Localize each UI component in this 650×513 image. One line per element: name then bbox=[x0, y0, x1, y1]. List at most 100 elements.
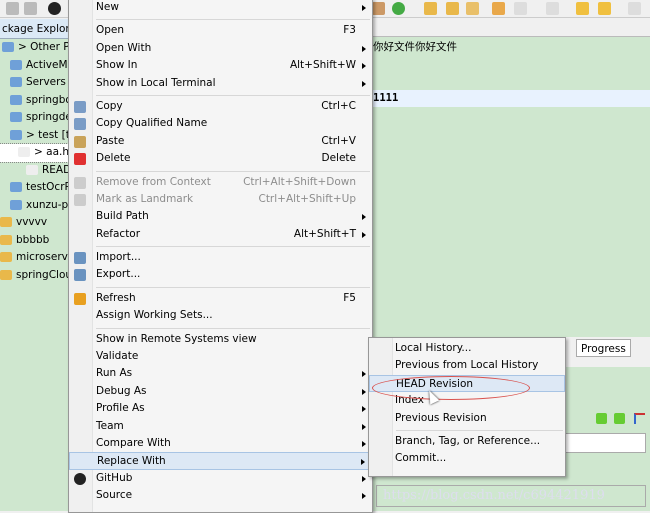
tree-item[interactable]: springdem bbox=[0, 109, 70, 127]
menu-item-shortcut: F5 bbox=[343, 291, 356, 304]
pen-icon[interactable] bbox=[466, 2, 479, 15]
menu-item-new[interactable]: New bbox=[69, 0, 372, 16]
tree-item[interactable]: springboc bbox=[0, 92, 70, 110]
add-icon[interactable] bbox=[596, 413, 607, 424]
menu-item-refactor[interactable]: Refactor Alt+Shift+T bbox=[69, 226, 372, 243]
tree-item[interactable]: > Other Proje bbox=[0, 39, 70, 57]
next-annotation-icon[interactable] bbox=[514, 2, 527, 15]
menu-item-validate[interactable]: Validate bbox=[69, 348, 372, 365]
refresh-icon bbox=[74, 292, 86, 305]
menu-item-previous-from-local-history[interactable]: Previous from Local History bbox=[369, 357, 565, 374]
menu-item-shortcut: Delete bbox=[321, 152, 357, 165]
menu-item-remove-from-context[interactable]: Remove from Context Ctrl+Alt+Shift+Down bbox=[69, 174, 372, 191]
folder-icon bbox=[10, 112, 22, 122]
menu-item-team[interactable]: Team bbox=[69, 418, 372, 435]
copy-qualified-icon bbox=[74, 118, 86, 131]
menu-item-shortcut: Alt+Shift+T bbox=[293, 227, 356, 240]
menu-item-label: Source bbox=[96, 489, 133, 502]
tree-item[interactable]: bbbbb bbox=[0, 232, 70, 250]
tree-item[interactable]: READM bbox=[0, 162, 70, 180]
menu-item-copy[interactable]: Copy Ctrl+C bbox=[69, 98, 372, 115]
last-edit-icon[interactable] bbox=[576, 2, 589, 15]
menu-item-label: Replace With bbox=[97, 455, 166, 468]
tree-item[interactable]: testOcrPro bbox=[0, 179, 70, 197]
submenu-arrow-icon bbox=[362, 475, 366, 482]
tree-item-label: springClound bbox=[16, 268, 70, 281]
menu-item-delete[interactable]: Delete Delete bbox=[69, 150, 372, 167]
menu-item-replace-with[interactable]: Replace With bbox=[69, 452, 372, 470]
save-all-icon[interactable] bbox=[24, 2, 37, 15]
tab-progress[interactable]: Progress bbox=[576, 339, 631, 357]
menu-item-export[interactable]: Export... bbox=[69, 266, 372, 283]
menu-item-profile-as[interactable]: Profile As bbox=[69, 400, 372, 417]
submenu-arrow-icon bbox=[362, 423, 366, 430]
back-icon[interactable] bbox=[598, 2, 611, 15]
export-icon bbox=[74, 269, 86, 282]
import-icon bbox=[74, 252, 86, 265]
open-folder-icon[interactable] bbox=[424, 2, 437, 15]
menu-item-show-in-local-terminal[interactable]: Show in Local Terminal bbox=[69, 75, 372, 92]
open-folder-icon[interactable] bbox=[446, 2, 459, 15]
submenu-arrow-icon bbox=[362, 5, 366, 11]
menu-item-show-in[interactable]: Show In Alt+Shift+W bbox=[69, 57, 372, 74]
menu-item-source[interactable]: Source bbox=[69, 487, 372, 504]
tree-item-label: testOcrPro bbox=[26, 181, 70, 193]
submenu-arrow-icon bbox=[362, 371, 366, 378]
menu-item-paste[interactable]: Paste Ctrl+V bbox=[69, 133, 372, 150]
run-icon[interactable] bbox=[392, 2, 405, 15]
menu-item-build-path[interactable]: Build Path bbox=[69, 208, 372, 225]
file-icon bbox=[18, 147, 30, 157]
menu-item-shortcut: Ctrl+V bbox=[321, 134, 356, 147]
menu-item-shortcut: Ctrl+Alt+Shift+Down bbox=[243, 175, 356, 188]
menu-item-run-as[interactable]: Run As bbox=[69, 365, 372, 382]
menu-item-open[interactable]: Open F3 bbox=[69, 22, 372, 39]
landmark-icon bbox=[74, 193, 86, 206]
menu-item-commit[interactable]: Commit... bbox=[369, 450, 565, 467]
menu-item-previous-revision[interactable]: Previous Revision bbox=[369, 410, 565, 427]
tool-icon[interactable] bbox=[372, 2, 385, 15]
menu-item-show-in-remote-systems-view[interactable]: Show in Remote Systems view bbox=[69, 331, 372, 348]
menu-item-mark-as-landmark[interactable]: Mark as Landmark Ctrl+Alt+Shift+Up bbox=[69, 191, 372, 208]
forward-icon[interactable] bbox=[628, 2, 641, 15]
menu-item-refresh[interactable]: Refresh F5 bbox=[69, 290, 372, 307]
tree-item[interactable]: > test [tes bbox=[0, 127, 70, 145]
menu-item-assign-working-sets[interactable]: Assign Working Sets... bbox=[69, 307, 372, 324]
menu-item-label: Compare With bbox=[96, 436, 171, 449]
tree-item-label: springdem bbox=[26, 111, 70, 123]
search-folder-icon[interactable] bbox=[492, 2, 505, 15]
tree-item[interactable]: > aa.ht bbox=[0, 143, 71, 163]
menu-item-compare-with[interactable]: Compare With bbox=[69, 435, 372, 452]
package-explorer-tab[interactable]: ckage Explorer bbox=[0, 19, 70, 39]
combo-box[interactable] bbox=[562, 433, 646, 453]
prev-annotation-icon[interactable] bbox=[546, 2, 559, 15]
submenu-arrow-icon bbox=[362, 406, 366, 413]
menu-item-debug-as[interactable]: Debug As bbox=[69, 383, 372, 400]
delete-icon bbox=[74, 153, 86, 166]
save-icon[interactable] bbox=[6, 2, 19, 15]
tree-item[interactable]: ActiveMqA bbox=[0, 57, 70, 75]
menu-item-branch-tag-or-reference[interactable]: Branch, Tag, or Reference... bbox=[369, 433, 565, 450]
add-all-icon[interactable] bbox=[614, 413, 625, 424]
git-folder-icon bbox=[10, 129, 22, 140]
tree-item[interactable]: vvvvv bbox=[0, 214, 70, 232]
menu-item-copy-qualified-name[interactable]: Copy Qualified Name bbox=[69, 115, 372, 132]
editor[interactable]: 你好文件你好文件 1111 bbox=[372, 19, 650, 337]
editor-line: 你好文件你好文件 bbox=[373, 41, 457, 53]
folder-icon bbox=[0, 217, 12, 227]
github-icon[interactable] bbox=[48, 2, 61, 15]
package-explorer: ckage Explorer > Other Proje ActiveMqA Ser… bbox=[0, 19, 71, 511]
tree-item[interactable]: springClound bbox=[0, 267, 70, 285]
menu-item-local-history[interactable]: Local History... bbox=[369, 340, 565, 357]
watermark-text: https://blog.csdn.net/c694421919 bbox=[376, 485, 646, 507]
menu-item-open-with[interactable]: Open With bbox=[69, 40, 372, 57]
menu-item-label: Show in Remote Systems view bbox=[96, 332, 257, 345]
tree-item[interactable]: Servers bbox=[0, 74, 70, 92]
menu-item-github[interactable]: GitHub bbox=[69, 470, 372, 487]
menu-item-label: Local History... bbox=[395, 342, 472, 354]
tree-item[interactable]: xunzu-proj bbox=[0, 197, 70, 215]
menu-item-import[interactable]: Import... bbox=[69, 249, 372, 266]
tree-item[interactable]: microservice- bbox=[0, 249, 70, 267]
menu-item-label: New bbox=[96, 1, 119, 13]
sort-icon[interactable] bbox=[634, 413, 645, 424]
